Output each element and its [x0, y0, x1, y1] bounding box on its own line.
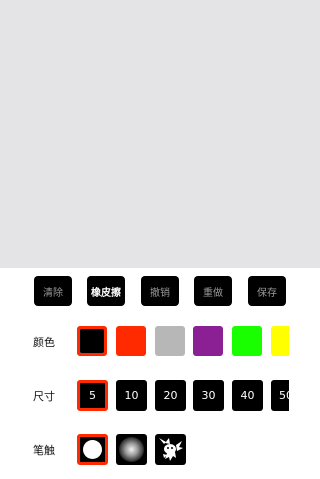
- size-option-50[interactable]: 50: [271, 380, 293, 411]
- brush-pikachu-stamp[interactable]: [155, 434, 186, 465]
- color-swatch-green[interactable]: [232, 326, 262, 356]
- brush-soft-circle[interactable]: [116, 434, 147, 465]
- action-toolbar: 清除 橡皮擦 撤销 重做 保存: [0, 276, 320, 306]
- soft-circle-icon: [119, 437, 144, 462]
- size-option-10[interactable]: 10: [116, 380, 147, 411]
- size-option-30[interactable]: 30: [193, 380, 224, 411]
- brush-label: 笔触: [33, 444, 55, 457]
- color-swatch-gray[interactable]: [155, 326, 185, 356]
- undo-button[interactable]: 撤销: [141, 276, 179, 306]
- size-label: 尺寸: [33, 390, 55, 403]
- size-option-20[interactable]: 20: [155, 380, 186, 411]
- tool-panel: 清除 橡皮擦 撤销 重做 保存 颜色 尺寸 5 10 20 30 40 50 笔…: [0, 268, 320, 479]
- clear-button[interactable]: 清除: [34, 276, 72, 306]
- color-swatch-yellow[interactable]: [271, 326, 289, 356]
- color-label: 颜色: [33, 336, 55, 349]
- eraser-button[interactable]: 橡皮擦: [87, 276, 125, 306]
- brush-row: 笔触: [0, 434, 320, 466]
- pikachu-icon: [159, 438, 183, 461]
- size-row: 尺寸 5 10 20 30 40 50: [0, 380, 320, 412]
- solid-circle-icon: [83, 440, 102, 459]
- size-option-40[interactable]: 40: [232, 380, 263, 411]
- redo-button[interactable]: 重做: [194, 276, 232, 306]
- color-swatch-red[interactable]: [116, 326, 146, 356]
- brush-solid-circle[interactable]: [77, 434, 108, 465]
- color-swatch-purple[interactable]: [193, 326, 223, 356]
- size-option-5[interactable]: 5: [77, 380, 108, 411]
- drawing-canvas[interactable]: [0, 0, 320, 268]
- color-swatch-black[interactable]: [77, 326, 107, 356]
- save-button[interactable]: 保存: [248, 276, 286, 306]
- color-row: 颜色: [0, 326, 320, 358]
